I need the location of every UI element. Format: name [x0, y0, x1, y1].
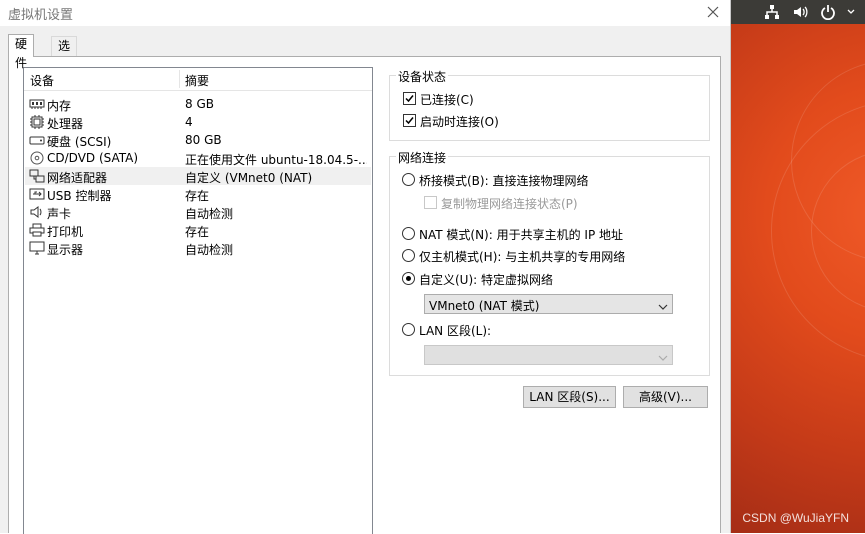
summary-column-header[interactable]: 摘要	[185, 72, 209, 89]
device-name: 网络适配器	[47, 171, 108, 185]
device-status-group: 设备状态 已连接(C) 启动时连接(O)	[389, 68, 710, 141]
device-name: 硬盘 (SCSI)	[47, 135, 112, 149]
lan-segments-button[interactable]: LAN 区段(S)...	[523, 386, 616, 408]
usb-icon	[29, 187, 45, 201]
device-row-processor[interactable]: 处理器 4	[25, 113, 371, 131]
device-row-harddisk[interactable]: 硬盘 (SCSI) 80 GB	[25, 131, 371, 149]
device-list-header: 设备 摘要	[24, 68, 372, 91]
chevron-down-icon	[658, 351, 668, 365]
device-summary: 8 GB	[185, 97, 214, 111]
tab-options[interactable]: 选项	[51, 36, 78, 72]
replicate-label[interactable]: 复制物理网络连接状态(P)	[441, 195, 578, 212]
chevron-down-icon	[658, 300, 668, 314]
device-summary: 80 GB	[185, 133, 222, 147]
watermark-text: CSDN @WuJiaYFN	[742, 511, 849, 525]
window-title: 虚拟机设置	[8, 8, 74, 23]
device-summary: 自动检测	[185, 207, 234, 221]
device-row-cddvd[interactable]: CD/DVD (SATA) 正在使用文件 ubuntu-18.04.5-...	[25, 149, 371, 167]
hardware-tab-pane: 设备 摘要 内存 8 GB 处理器 4 硬盘 (SCSI) 80 GB CD/D…	[8, 56, 721, 534]
device-summary: 自定义 (VMnet0 (NAT)	[185, 171, 313, 185]
connected-label[interactable]: 已连接(C)	[420, 91, 474, 108]
close-icon[interactable]	[704, 3, 722, 21]
device-name: 显示器	[47, 243, 84, 257]
custom-label[interactable]: 自定义(U): 特定虚拟网络	[419, 271, 553, 288]
device-summary: 存在	[185, 189, 210, 203]
nat-radio[interactable]	[402, 227, 415, 240]
device-row-display[interactable]: 显示器 自动检测	[25, 239, 371, 257]
custom-radio[interactable]	[402, 272, 415, 285]
device-summary: 4	[185, 115, 193, 129]
vm-settings-dialog: 虚拟机设置 硬件 选项 设备 摘要 内存 8 GB 处理器 4	[0, 0, 731, 534]
connect-at-power-on-label[interactable]: 启动时连接(O)	[420, 113, 499, 130]
printer-icon	[29, 223, 45, 237]
device-name: 内存	[47, 99, 72, 113]
connected-checkbox[interactable]	[403, 92, 416, 105]
device-summary: 正在使用文件 ubuntu-18.04.5-...	[185, 153, 367, 167]
lan-segment-radio[interactable]	[402, 323, 415, 336]
advanced-button[interactable]: 高级(V)...	[623, 386, 708, 408]
device-row-usb[interactable]: USB 控制器 存在	[25, 185, 371, 203]
network-connection-title: 网络连接	[396, 149, 449, 166]
device-row-printer[interactable]: 打印机 存在	[25, 221, 371, 239]
title-bar: 虚拟机设置	[0, 0, 730, 26]
device-row-network-adapter[interactable]: 网络适配器 自定义 (VMnet0 (NAT)	[25, 167, 371, 185]
replicate-checkbox[interactable]	[424, 196, 437, 209]
device-row-sound[interactable]: 声卡 自动检测	[25, 203, 371, 221]
lan-segment-label[interactable]: LAN 区段(L):	[419, 322, 491, 339]
tab-hardware[interactable]: 硬件	[8, 34, 35, 70]
bridged-radio[interactable]	[402, 173, 415, 186]
monitor-icon	[29, 241, 45, 255]
device-column-header[interactable]: 设备	[30, 72, 54, 89]
speaker-icon	[29, 205, 45, 219]
device-status-title: 设备状态	[396, 68, 449, 85]
device-row-memory[interactable]: 内存 8 GB	[25, 95, 371, 113]
chevron-down-icon[interactable]	[847, 3, 855, 21]
host-only-radio[interactable]	[402, 249, 415, 262]
device-summary: 自动检测	[185, 243, 234, 257]
device-name: CD/DVD (SATA)	[47, 151, 139, 165]
harddisk-icon	[29, 133, 45, 147]
network-icon[interactable]	[763, 3, 781, 21]
custom-network-select[interactable]: VMnet0 (NAT 模式)	[424, 294, 673, 314]
custom-network-value: VMnet0 (NAT 模式)	[429, 299, 540, 313]
cd-icon	[29, 151, 45, 165]
device-name: 打印机	[47, 225, 84, 239]
cpu-icon	[29, 115, 45, 129]
device-list: 设备 摘要 内存 8 GB 处理器 4 硬盘 (SCSI) 80 GB CD/D…	[23, 67, 373, 534]
host-only-label[interactable]: 仅主机模式(H): 与主机共享的专用网络	[419, 248, 625, 265]
network-connection-group: 网络连接 桥接模式(B): 直接连接物理网络 复制物理网络连接状态(P) NAT…	[389, 149, 710, 376]
power-icon[interactable]	[819, 3, 837, 21]
connect-at-power-on-checkbox[interactable]	[403, 114, 416, 127]
nat-label[interactable]: NAT 模式(N): 用于共享主机的 IP 地址	[419, 226, 623, 243]
device-name: 处理器	[47, 117, 84, 131]
volume-icon[interactable]	[791, 3, 809, 21]
bridged-label[interactable]: 桥接模式(B): 直接连接物理网络	[419, 172, 588, 189]
lan-segment-select[interactable]	[424, 345, 673, 365]
network-adapter-icon	[29, 169, 45, 183]
memory-icon	[29, 97, 45, 111]
device-name: USB 控制器	[47, 189, 112, 203]
ubuntu-top-bar	[731, 0, 865, 24]
device-name: 声卡	[47, 207, 72, 221]
device-summary: 存在	[185, 225, 210, 239]
desktop-background: CSDN @WuJiaYFN	[731, 0, 865, 533]
